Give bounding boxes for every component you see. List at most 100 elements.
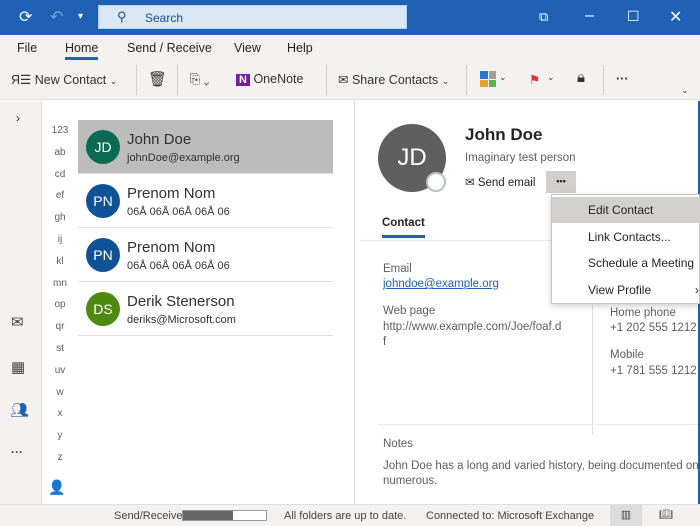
contact-list: JD John Doe johnDoe@example.org PN Prenom No… (78, 120, 333, 336)
notes-value: John Doe has a long and varied history, … (383, 460, 699, 487)
share-contacts-button[interactable]: ✉ Share Contacts ⌄ (338, 72, 449, 87)
contact-subtitle: Imaginary test person (465, 152, 576, 164)
menu-item-label: Edit Contact (588, 203, 654, 217)
address-book-icon[interactable]: 👤 (48, 479, 65, 496)
mobile-value: +1 781 555 1212 (610, 365, 697, 377)
alphabet-letter[interactable]: ef (42, 190, 78, 201)
more-options-icon[interactable]: ··· (616, 72, 629, 86)
alphabet-letter[interactable]: x (42, 408, 78, 419)
divider (592, 305, 593, 435)
contact-name: Prenom Nom (127, 239, 216, 256)
progress-fill (183, 511, 233, 520)
tab-view[interactable]: View (234, 41, 261, 55)
alphabet-letter[interactable]: uv (42, 365, 78, 376)
more-actions-button[interactable]: ••• (546, 171, 576, 193)
calendar-icon[interactable]: ▦ (11, 358, 25, 376)
menu-item[interactable]: Edit Contact (552, 197, 700, 223)
expand-icon[interactable]: › (16, 111, 20, 125)
alphabet-letter[interactable]: w (42, 387, 78, 398)
web-page-value[interactable]: http://www.example.com/Joe/foaf.df (383, 320, 563, 350)
onenote-button[interactable]: N OneNote (236, 72, 303, 86)
contact-row[interactable]: DS Derik Stenerson deriks@Microsoft.com (78, 282, 333, 336)
alphabet-letter[interactable]: 123 (42, 125, 78, 136)
tab-home[interactable]: Home (65, 41, 99, 60)
more-apps-icon[interactable]: ··· (11, 445, 23, 459)
minimize-icon[interactable]: – (585, 7, 594, 25)
alphabet-letter[interactable]: op (42, 299, 78, 310)
contact-row[interactable]: PN Prenom Nom 06Å 06Å 06Å 06Å 06 (78, 228, 333, 282)
restore-window-icon[interactable]: ⧉ (539, 9, 548, 25)
email-label: Email (383, 263, 412, 275)
normal-view-icon[interactable]: ▥ (610, 505, 642, 526)
close-icon[interactable]: ✕ (669, 7, 682, 27)
new-contact-label: New Contact (34, 73, 107, 87)
email-link[interactable]: johndoe@example.org (383, 278, 499, 290)
reading-view-icon[interactable]: 📖︎ (659, 508, 673, 521)
contact-detail-line: 06Å 06Å 06Å 06Å 06 (127, 206, 230, 218)
alphabet-letter[interactable]: ab (42, 147, 78, 158)
collapse-ribbon-icon[interactable]: ⌄ (681, 85, 689, 96)
undo-icon[interactable]: ↶ (50, 7, 63, 27)
flag-icon[interactable]: ⚑ (529, 72, 540, 87)
avatar: PN (86, 238, 120, 272)
alphabet-letter[interactable]: y (42, 430, 78, 441)
search-input[interactable]: ⚲ Search (98, 5, 407, 29)
avatar: JD (86, 130, 120, 164)
mail-icon[interactable]: ✉ (11, 313, 24, 331)
home-phone-label: Home phone (610, 307, 676, 319)
lock-icon[interactable]: 🔒︎ (577, 69, 585, 86)
move-icon[interactable]: ⎘ ⌄ (190, 72, 209, 87)
alphabet-letter[interactable]: mn (42, 278, 78, 289)
menu-item[interactable]: Link Contacts... (552, 224, 700, 250)
contact-name: Derik Stenerson (127, 293, 235, 310)
chevron-down-icon[interactable]: ⌄ (499, 72, 507, 83)
divider (603, 65, 604, 95)
contact-name: John Doe (127, 131, 192, 148)
menu-item-label: Link Contacts... (588, 229, 671, 244)
alphabet-letter[interactable]: z (42, 452, 78, 463)
maximize-icon[interactable]: ☐ (627, 8, 640, 25)
contact-list-icon: Я☰ (11, 73, 32, 87)
alphabet-letter[interactable]: cd (42, 169, 78, 180)
people-icon[interactable]: 👥︎ (10, 401, 29, 419)
home-phone-value: +1 202 555 1212 (610, 322, 697, 334)
menu-item[interactable]: Schedule a Meeting (552, 250, 700, 276)
divider (466, 65, 467, 95)
alphabet-letter[interactable]: st (42, 343, 78, 354)
share-contacts-label: Share Contacts (351, 73, 439, 87)
share-contacts-icon: ✉ (338, 73, 349, 87)
contact-row[interactable]: JD John Doe johnDoe@example.org (78, 120, 333, 174)
send-email-button[interactable]: ✉ Send email (465, 175, 535, 189)
delete-icon[interactable]: 🗑 (148, 70, 167, 88)
alphabet-letter[interactable]: ij (42, 234, 78, 245)
ribbon: File Home Send / Receive View Help Я☰ Ne… (0, 35, 700, 100)
contact-detail-line: deriks@Microsoft.com (127, 314, 236, 326)
tab-help[interactable]: Help (287, 41, 313, 55)
customize-dropdown-icon[interactable]: ▾ (78, 11, 83, 22)
navigation-bar: › ✉ ▦ 👥︎ ··· (0, 101, 42, 504)
chevron-right-icon: › (695, 282, 699, 297)
menu-item[interactable]: View Profile › (552, 277, 700, 303)
tab-send-receive[interactable]: Send / Receive (127, 41, 212, 55)
tab-contact[interactable]: Contact (382, 217, 425, 238)
alphabet-letter[interactable]: qr (42, 321, 78, 332)
chevron-down-icon: ⌄ (441, 76, 450, 86)
contact-name: John Doe (465, 125, 543, 144)
search-icon: ⚲ (117, 9, 127, 24)
folders-status: All folders are up to date. (284, 510, 407, 522)
categorize-icon[interactable] (480, 71, 496, 87)
menu-item-label: Schedule a Meeting (588, 256, 695, 270)
alphabet-index: 123 ab cd ef gh ij kl mn op qr st uv w x y z 👤 (42, 101, 78, 504)
contact-name: Prenom Nom (127, 185, 216, 202)
contact-row[interactable]: PN Prenom Nom 06Å 06Å 06Å 06Å 06 (78, 174, 333, 228)
avatar: PN (86, 184, 120, 218)
menu-item-label: View Profile (588, 282, 652, 297)
alphabet-letter[interactable]: gh (42, 212, 78, 223)
new-contact-button[interactable]: Я☰ New Contact ⌄ (11, 72, 117, 87)
chevron-down-icon[interactable]: ⌄ (547, 72, 555, 83)
sync-icon[interactable]: ⟳ (19, 7, 32, 27)
alphabet-letter[interactable]: kl (42, 256, 78, 267)
avatar-initials: JD (397, 144, 427, 171)
divider (177, 65, 178, 95)
tab-file[interactable]: File (17, 41, 37, 55)
